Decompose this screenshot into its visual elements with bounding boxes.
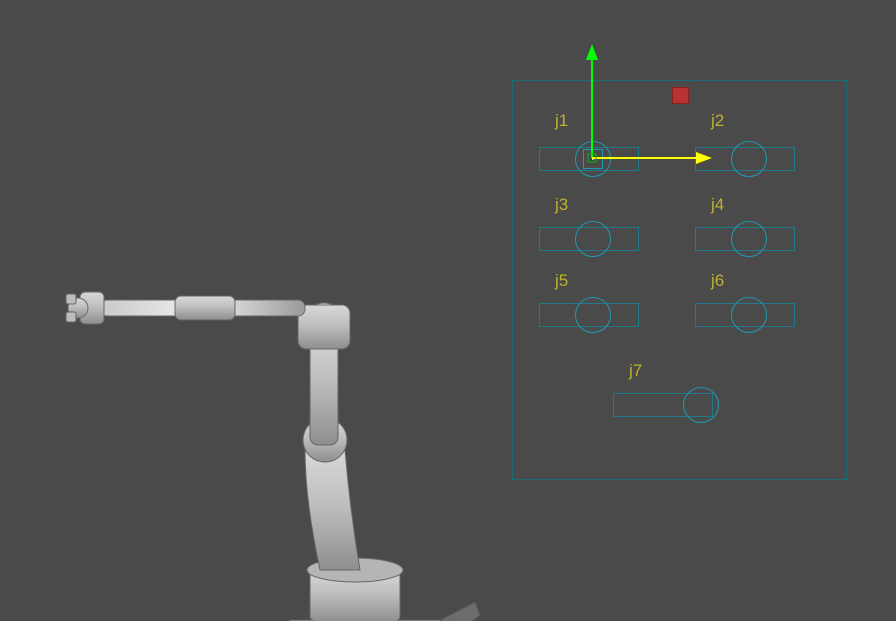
joint-label-j1: j1	[555, 111, 568, 131]
joint-handle-j4[interactable]	[731, 221, 767, 257]
joint-handle-j3[interactable]	[575, 221, 611, 257]
joint-label-j4: j4	[711, 195, 724, 215]
joint-handle-j6[interactable]	[731, 297, 767, 333]
joint-label-j5: j5	[555, 271, 568, 291]
joint-handle-j2[interactable]	[731, 141, 767, 177]
joint-control-panel: j1 j2 j3 j4 j5 j6 j7	[512, 80, 847, 480]
joint-handle-j5[interactable]	[575, 297, 611, 333]
joint-label-j2: j2	[711, 111, 724, 131]
joint-label-j7: j7	[629, 361, 642, 381]
joint-selection-dot	[592, 158, 594, 160]
joint-label-j3: j3	[555, 195, 568, 215]
panel-marker	[672, 87, 689, 104]
joint-label-j6: j6	[711, 271, 724, 291]
robot-arm-model	[60, 270, 460, 621]
joint-handle-j7[interactable]	[683, 387, 719, 423]
